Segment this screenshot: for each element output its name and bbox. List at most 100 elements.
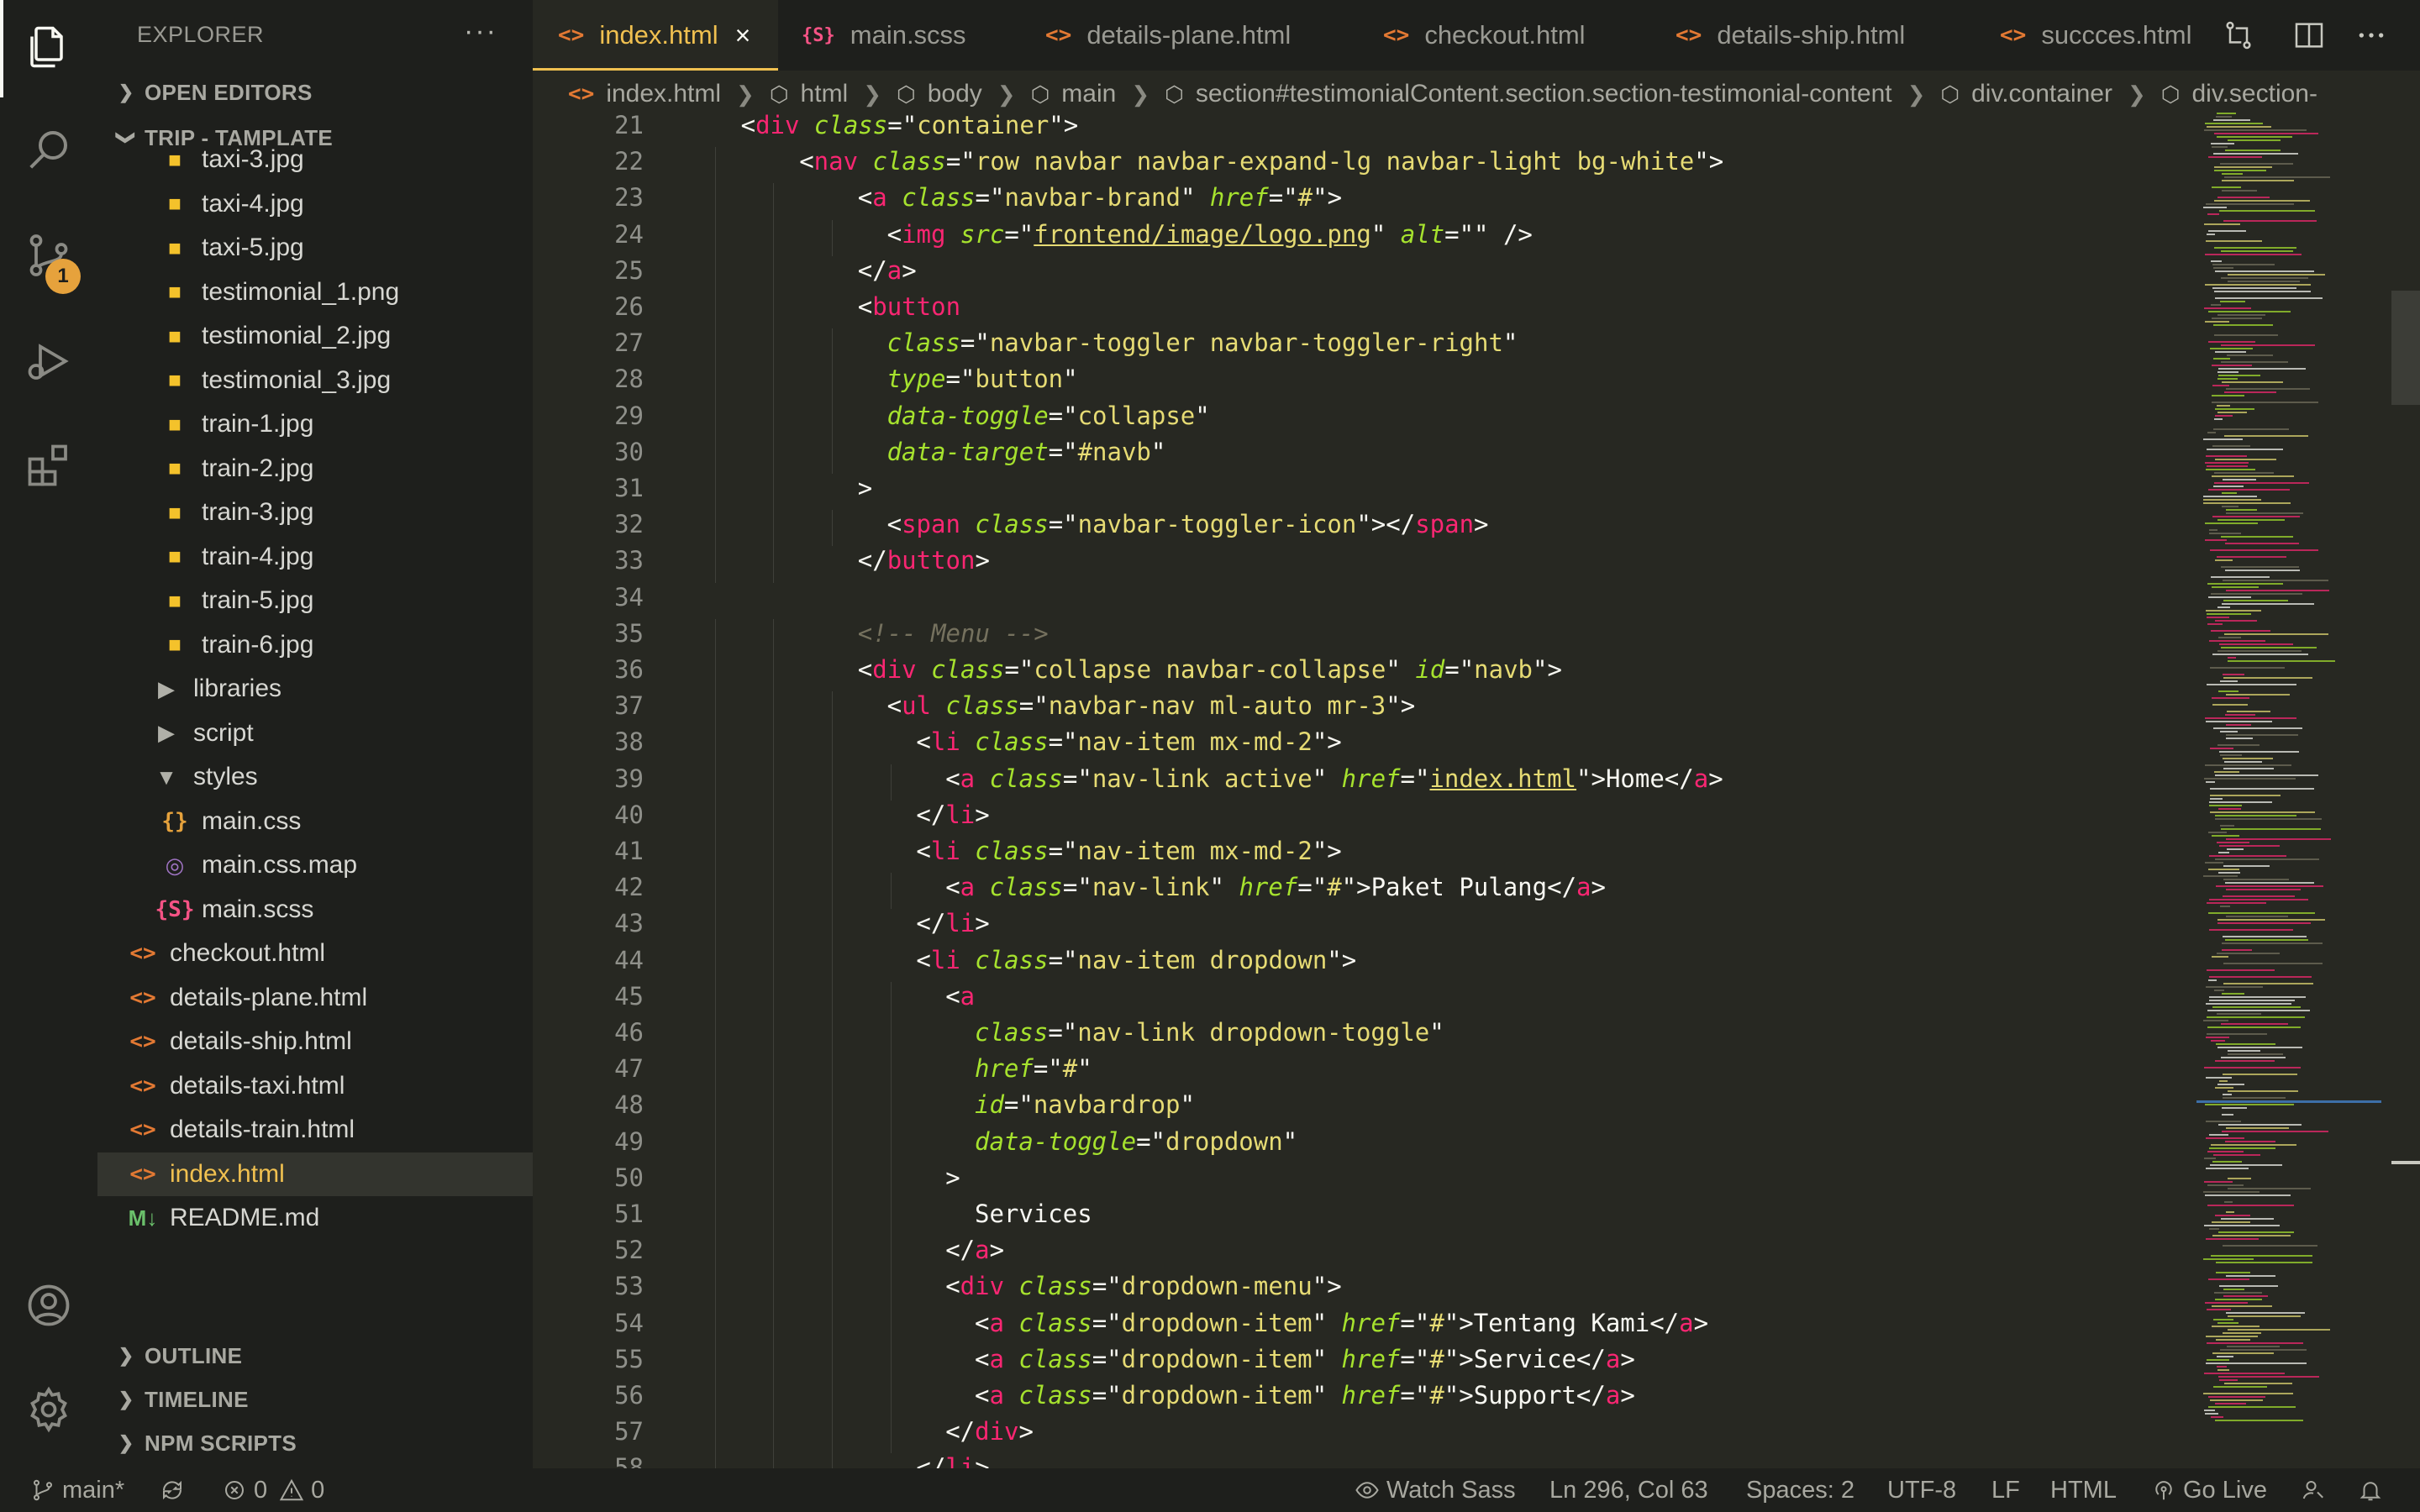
tab-index-html[interactable]: <> index.html × xyxy=(533,0,778,71)
minimap-line xyxy=(2221,566,2299,568)
breadcrumb-item[interactable]: ⬡ html xyxy=(770,80,848,108)
file-item[interactable]: ◎ main.css.map xyxy=(97,843,533,888)
code-token: =" xyxy=(1444,655,1475,684)
minimap-line xyxy=(2207,1309,2231,1310)
file-item[interactable]: ■ train-5.jpg xyxy=(97,579,533,623)
indent-guide xyxy=(773,945,775,982)
account-icon[interactable] xyxy=(22,1278,76,1332)
encoding-setting[interactable]: UTF-8 xyxy=(1887,1468,1956,1512)
line-number: 23 xyxy=(614,183,644,213)
file-item[interactable]: ■ train-2.jpg xyxy=(97,447,533,491)
open-editors-header[interactable]: ❯ OPEN EDITORS xyxy=(97,72,533,113)
more-actions-icon[interactable]: ··· xyxy=(464,15,497,48)
minimap-line xyxy=(2218,808,2241,810)
file-item[interactable]: <>succces.html xyxy=(97,1241,533,1246)
notifications-bell-icon[interactable] xyxy=(2358,1468,2390,1512)
branch-indicator[interactable]: main* xyxy=(30,1468,124,1512)
file-item[interactable]: <> details-plane.html xyxy=(97,976,533,1021)
indent-guide xyxy=(773,401,775,438)
file-item[interactable]: ■ train-6.jpg xyxy=(97,623,533,668)
minimap-line xyxy=(2212,186,2241,188)
tab-checkout-html[interactable]: <> checkout.html xyxy=(1383,0,1586,71)
breadcrumb-item[interactable]: ⬡ div.container xyxy=(1940,80,2112,108)
explorer-icon[interactable] xyxy=(22,20,76,74)
scrollbar-thumb[interactable] xyxy=(2391,291,2420,405)
code-line: <a class="dropdown-item" href="#">Servic… xyxy=(975,1345,1635,1373)
indentation-setting[interactable]: Spaces: 2 xyxy=(1746,1468,1854,1512)
file-item[interactable]: <> index.html xyxy=(97,1152,533,1196)
file-item[interactable]: M↓ README.md xyxy=(97,1196,533,1241)
code-token: li xyxy=(945,1453,976,1468)
watch-sass-button[interactable]: Watch Sass xyxy=(1355,1468,1516,1512)
settings-gear-icon[interactable] xyxy=(22,1383,76,1436)
folder-item[interactable]: ▶ script xyxy=(97,711,533,756)
problems-indicator[interactable]: 0 0 xyxy=(222,1468,324,1512)
run-debug-icon[interactable] xyxy=(22,334,76,388)
code-editor[interactable]: 21 22 23 24 25 26 27 28 29 30 31 32 33 34 35 36 37 38 39 40… xyxy=(533,111,2420,1468)
breadcrumb-item[interactable]: ⬡ div.section- xyxy=(2161,80,2317,108)
folder-item[interactable]: ▶ libraries xyxy=(97,667,533,711)
indent-guide xyxy=(773,1126,775,1163)
cursor-position[interactable]: Ln 296, Col 63 xyxy=(1549,1468,1708,1512)
close-icon[interactable]: × xyxy=(735,20,751,51)
file-label: train-4.jpg xyxy=(202,542,314,570)
npm-scripts-header[interactable]: ❯ NPM SCRIPTS xyxy=(97,1423,533,1463)
file-item[interactable]: ■ testimonial_2.jpg xyxy=(97,314,533,359)
tab-succces-html[interactable]: <> succces.html xyxy=(2000,0,2191,71)
file-item[interactable]: <> checkout.html xyxy=(97,932,533,976)
tab-details-plane-html[interactable]: <> details-plane.html xyxy=(1045,0,1291,71)
feedback-icon[interactable] xyxy=(2301,1468,2333,1512)
folder-item[interactable]: ▼ styles xyxy=(97,755,533,800)
file-item[interactable]: ■ testimonial_3.jpg xyxy=(97,359,533,403)
minimap-line xyxy=(2206,986,2263,988)
line-number: 21 xyxy=(614,111,644,139)
minimap[interactable] xyxy=(2196,111,2381,1421)
file-item[interactable]: ■ taxi-4.jpg xyxy=(97,182,533,227)
code-token: =" xyxy=(1062,873,1092,902)
outline-header[interactable]: ❯ OUTLINE xyxy=(97,1336,533,1376)
breadcrumb-item[interactable]: ⬡ section#testimonialContent.section.sec… xyxy=(1165,80,1891,108)
chevron-right-icon: ❯ xyxy=(863,81,882,107)
indent-guide xyxy=(714,1200,716,1236)
file-item[interactable]: {S} main.scss xyxy=(97,888,533,932)
code-token: =" xyxy=(1048,945,1078,974)
code-token: "> xyxy=(1312,837,1342,865)
file-item[interactable]: ■ train-1.jpg xyxy=(97,402,533,447)
split-editor-icon[interactable] xyxy=(2292,18,2326,52)
breadcrumb-item[interactable]: ⬡ main xyxy=(1031,80,1117,108)
timeline-header[interactable]: ❯ TIMELINE xyxy=(97,1379,533,1420)
file-item[interactable]: ■ train-4.jpg xyxy=(97,535,533,580)
code-token: < xyxy=(857,292,873,321)
file-item[interactable]: ■ taxi-3.jpg xyxy=(97,146,533,182)
code-token: class xyxy=(931,655,1005,684)
minimap-line xyxy=(2203,1191,2260,1193)
file-item[interactable]: <> details-ship.html xyxy=(97,1020,533,1064)
file-item[interactable]: ■ train-3.jpg xyxy=(97,491,533,535)
file-item[interactable]: ■ taxi-5.jpg xyxy=(97,226,533,270)
search-icon[interactable] xyxy=(22,123,76,176)
breadcrumb-item[interactable]: <> index.html xyxy=(568,80,721,108)
file-item[interactable]: {} main.css xyxy=(97,800,533,844)
eye-icon xyxy=(1355,1482,1379,1499)
more-actions-icon[interactable] xyxy=(2354,18,2388,52)
minimap-line xyxy=(2212,586,2259,588)
go-live-button[interactable]: Go Live xyxy=(2151,1468,2267,1512)
language-mode[interactable]: HTML xyxy=(2050,1468,2117,1512)
file-item[interactable]: <> details-taxi.html xyxy=(97,1064,533,1109)
file-item[interactable]: ■ testimonial_1.png xyxy=(97,270,533,315)
minimap-line xyxy=(2217,314,2265,316)
sync-icon[interactable] xyxy=(160,1468,192,1512)
breadcrumb-item[interactable]: ⬡ body xyxy=(897,80,982,108)
code-token: < xyxy=(945,873,960,902)
open-changes-icon[interactable] xyxy=(2222,18,2255,52)
minimap-line xyxy=(2212,956,2228,958)
tab-details-ship-html[interactable]: <> details-ship.html xyxy=(1676,0,1905,71)
tab-main-scss[interactable]: {S} main.scss xyxy=(802,0,966,71)
file-item[interactable]: <> details-train.html xyxy=(97,1108,533,1152)
editor-scrollbar[interactable] xyxy=(2391,111,2420,1468)
code-token: <!-- Menu --> xyxy=(857,618,1049,648)
extensions-icon[interactable] xyxy=(22,438,76,492)
code-token: # xyxy=(1429,1308,1444,1337)
code-token: data-target xyxy=(886,437,1049,466)
eol-setting[interactable]: LF xyxy=(1991,1468,2020,1512)
